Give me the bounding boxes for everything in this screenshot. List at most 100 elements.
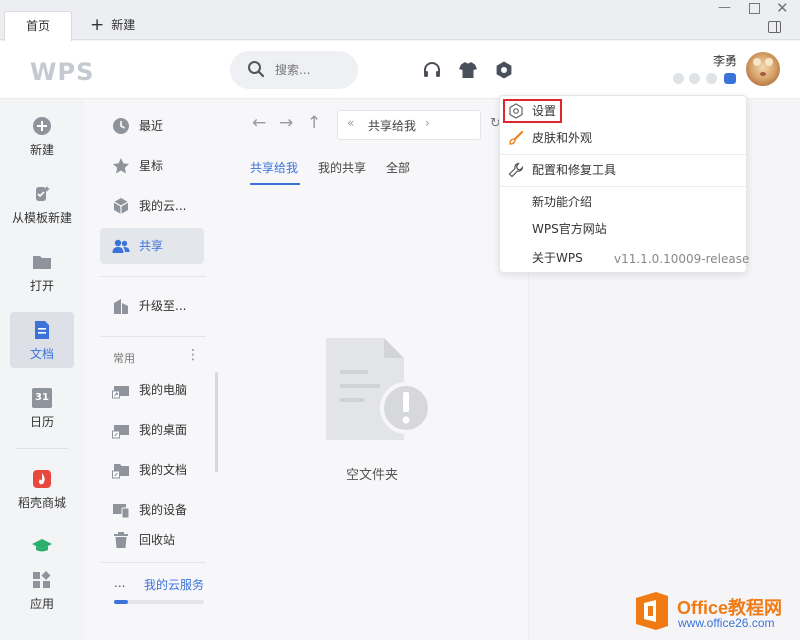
nav-item-shared[interactable]: 共享 xyxy=(112,236,163,256)
left-nav-label: 日历 xyxy=(29,415,54,429)
vip-badge-icon xyxy=(724,73,736,84)
office-logo-icon xyxy=(636,592,668,630)
cloud-usage-fill xyxy=(114,600,128,604)
username[interactable]: 李勇 xyxy=(713,52,737,69)
menu-item-skin[interactable]: 皮肤和外观 xyxy=(500,126,746,150)
left-nav-docs[interactable]: 文档 xyxy=(0,320,84,362)
left-nav-label: 稻壳商城 xyxy=(17,496,66,510)
nav-item-my-cloud[interactable]: 我的云... xyxy=(112,196,186,216)
menu-item-label: 皮肤和外观 xyxy=(532,131,593,145)
wps-logo: WPS xyxy=(30,58,95,86)
nav-item-label: 我的云... xyxy=(139,199,187,213)
search-icon xyxy=(248,61,265,78)
member-badge-icon xyxy=(673,73,684,84)
graduation-cap-icon xyxy=(32,539,52,552)
avatar[interactable] xyxy=(746,52,780,86)
tab-home[interactable]: 首页 xyxy=(4,11,72,41)
left-nav-apps[interactable]: 应用 xyxy=(0,570,84,612)
nav-item-label: 回收站 xyxy=(139,533,176,547)
menu-item-label: WPS官方网站 xyxy=(532,222,607,236)
tab-my-shares[interactable]: 我的共享 xyxy=(318,159,366,176)
nav-item-label: 共享 xyxy=(139,239,164,253)
divider xyxy=(16,448,68,449)
upgrade-icon xyxy=(114,299,128,314)
menu-item-new-features[interactable]: 新功能介绍 xyxy=(500,190,746,214)
docer-store-icon xyxy=(33,470,51,488)
new-tab-label: 新建 xyxy=(111,18,136,32)
menu-item-wps-website[interactable]: WPS官方网站 xyxy=(500,217,746,241)
more-options-icon[interactable]: ⋮ xyxy=(186,347,200,363)
apps-grid-icon xyxy=(33,571,51,588)
breadcrumb-current[interactable]: 共享给我 xyxy=(368,117,416,134)
nav-item-my-desktop[interactable]: 我的桌面 xyxy=(112,420,187,440)
double-chevron-left-icon[interactable]: « xyxy=(347,116,354,130)
divider xyxy=(100,336,206,337)
calendar-icon: 31 xyxy=(32,388,52,408)
empty-state-text: 空文件夹 xyxy=(346,468,399,483)
nav-item-upgrade[interactable]: 升级至... xyxy=(112,296,186,316)
desktop-folder-icon xyxy=(112,425,129,439)
member-badge-icon xyxy=(706,73,717,84)
nav-item-my-computer[interactable]: 我的电脑 xyxy=(112,380,187,400)
cloud-usage-bar xyxy=(114,600,204,604)
divider xyxy=(100,276,206,277)
up-arrow-icon[interactable]: ↑ xyxy=(307,113,321,133)
tab-all[interactable]: 全部 xyxy=(386,159,410,176)
tab-shared-to-me[interactable]: 共享给我 xyxy=(250,159,298,176)
back-arrow-icon[interactable]: ← xyxy=(252,113,266,133)
header xyxy=(0,41,800,99)
nav-item-label: 升级至... xyxy=(139,299,187,313)
left-nav-label: 打开 xyxy=(29,279,54,293)
nav-item-recent[interactable]: 最近 xyxy=(112,116,163,136)
member-badge-icon xyxy=(689,73,700,84)
left-nav-docer-store[interactable]: 稻壳商城 xyxy=(0,469,84,511)
nav-item-starred[interactable]: 星标 xyxy=(112,156,163,176)
left-nav-open[interactable]: 打开 xyxy=(0,252,84,294)
scrollbar[interactable] xyxy=(215,372,218,472)
maximize-icon[interactable] xyxy=(749,3,760,14)
left-nav-calendar[interactable]: 31 日历 xyxy=(0,388,84,430)
section-title-common: 常用 xyxy=(113,352,135,365)
nav-item-label: 星标 xyxy=(139,159,164,173)
nav-item-label: 我的文档 xyxy=(139,463,188,477)
cloud-service-link[interactable]: 我的云服务 xyxy=(144,576,204,593)
tab-active-indicator xyxy=(250,183,300,185)
skin-shirt-icon[interactable] xyxy=(458,60,478,80)
nav-item-my-devices[interactable]: 我的设备 xyxy=(112,500,187,520)
gear-icon[interactable] xyxy=(494,60,514,80)
left-nav-new-from-template[interactable]: 从模板新建 xyxy=(0,184,84,226)
window-layout-icon[interactable] xyxy=(768,21,781,33)
close-icon[interactable]: ✕ xyxy=(776,0,789,17)
trash-icon xyxy=(114,532,128,548)
divider xyxy=(500,154,746,155)
devices-icon xyxy=(113,504,130,519)
left-nav-learning[interactable] xyxy=(0,536,84,556)
nav-item-label: 我的设备 xyxy=(139,503,188,517)
forward-arrow-icon[interactable]: → xyxy=(279,113,293,133)
computer-folder-icon xyxy=(112,386,129,399)
new-tab-button[interactable]: + 新建 xyxy=(90,14,135,36)
nav-item-label: 我的桌面 xyxy=(139,423,188,437)
document-icon xyxy=(35,321,49,339)
menu-item-repair-tool[interactable]: 配置和修复工具 xyxy=(500,158,746,182)
star-icon xyxy=(113,158,129,174)
divider xyxy=(500,186,746,187)
plus-circle-icon xyxy=(33,117,51,135)
brush-icon xyxy=(509,131,523,145)
nav-item-my-documents[interactable]: 我的文档 xyxy=(112,460,187,480)
left-nav-label: 从模板新建 xyxy=(11,211,72,225)
nav-item-label: 我的电脑 xyxy=(139,383,188,397)
headset-icon[interactable] xyxy=(422,60,442,80)
menu-item-label: 新功能介绍 xyxy=(532,195,593,209)
users-icon xyxy=(112,239,130,253)
nav-item-recycle-bin[interactable]: 回收站 xyxy=(112,530,175,550)
watermark-url: www.office26.com xyxy=(678,616,775,630)
minimize-icon[interactable]: — xyxy=(718,0,731,15)
left-nav-new[interactable]: 新建 xyxy=(0,116,84,158)
cube-icon xyxy=(113,198,129,214)
left-nav xyxy=(0,100,84,640)
left-nav-label: 新建 xyxy=(29,143,54,157)
search-input[interactable] xyxy=(275,62,353,78)
template-icon xyxy=(36,186,50,201)
left-nav-label: 应用 xyxy=(29,597,54,611)
